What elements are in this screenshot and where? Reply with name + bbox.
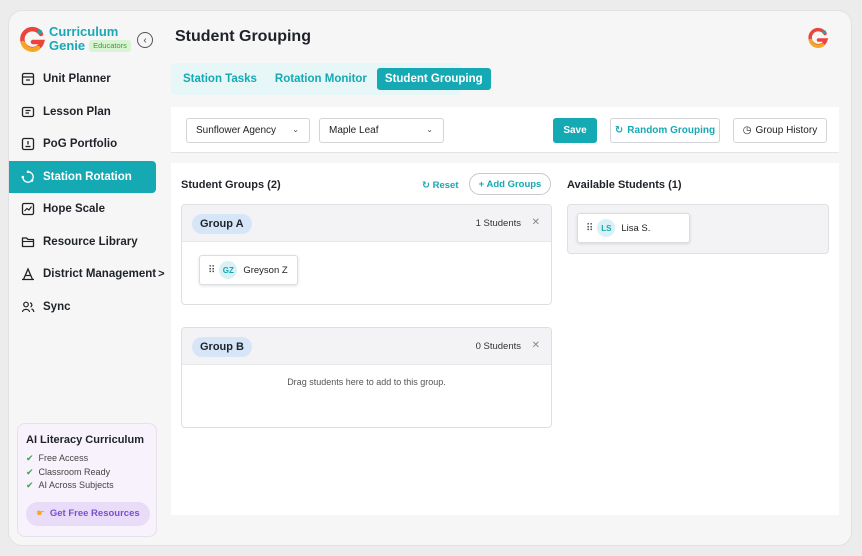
tab-rotation-monitor[interactable]: Rotation Monitor — [267, 68, 375, 90]
sidebar-item-label: Station Rotation — [43, 170, 132, 183]
sidebar: Curriculum Genie Educators ‹ Unit Planne… — [9, 11, 165, 545]
group-header: Group A 1 Students ✕ — [182, 205, 551, 242]
group-empty-hint: Drag students here to add to this group. — [287, 377, 446, 387]
educators-badge: Educators — [89, 40, 131, 52]
get-free-resources-button[interactable]: ☛ Get Free Resources — [26, 501, 150, 526]
student-name: Greyson Z — [243, 264, 288, 276]
brand[interactable]: Curriculum Genie Educators — [19, 25, 131, 53]
sidebar-nav: Unit Planner Lesson Plan PoG Portfolio S… — [9, 63, 165, 323]
class-select[interactable]: Maple Leaf ⌄ — [319, 118, 444, 143]
agency-select[interactable]: Sunflower Agency ⌄ — [186, 118, 310, 143]
users-icon — [21, 301, 35, 312]
add-groups-button[interactable]: + Add Groups — [469, 173, 551, 195]
book-icon — [21, 106, 35, 117]
toolbar: Sunflower Agency ⌄ Maple Leaf ⌄ Save ↻ R… — [171, 107, 839, 153]
drag-handle-icon[interactable]: ⠿ — [208, 265, 215, 276]
sidebar-item-resource-library[interactable]: Resource Library — [9, 226, 165, 259]
brand-name-line1: Curriculum — [49, 24, 119, 39]
promo-feature: ✔ Free Access — [26, 452, 148, 466]
student-initials-avatar: LS — [597, 219, 616, 237]
group-student-count: 0 Students — [475, 341, 521, 352]
chevron-left-icon: ‹ — [143, 34, 147, 46]
chart-icon — [21, 203, 35, 216]
reset-button[interactable]: ↻ Reset — [422, 180, 458, 191]
collapse-sidebar-button[interactable]: ‹ — [137, 32, 153, 48]
curriculum-genie-logo-icon — [20, 26, 45, 52]
refresh-icon: ↻ — [614, 125, 624, 136]
app-window: Curriculum Genie Educators ‹ Unit Planne… — [8, 10, 852, 546]
ai-literacy-promo-card: AI Literacy Curriculum ✔ Free Access ✔ Cla… — [17, 423, 157, 537]
available-students-panel[interactable]: ⠿ LS Lisa S. — [567, 204, 829, 254]
random-grouping-button[interactable]: ↻ Random Grouping — [610, 118, 720, 143]
promo-feature: ✔ AI Across Subjects — [26, 479, 148, 493]
calendar-icon — [21, 73, 35, 86]
group-card-b[interactable]: Group B 0 Students ✕ Drag students here … — [181, 327, 552, 428]
group-name: Group B — [192, 337, 252, 357]
history-icon: ◷ — [742, 125, 752, 136]
available-students-title: Available Students (1) — [567, 179, 682, 191]
sidebar-item-pog-portfolio[interactable]: PoG Portfolio — [9, 128, 165, 161]
portfolio-icon — [21, 138, 35, 151]
sidebar-item-district-management[interactable]: District Management > — [9, 258, 165, 291]
rotation-icon — [21, 170, 34, 183]
folder-icon — [21, 237, 35, 247]
sidebar-item-label: Sync — [43, 300, 71, 313]
tab-student-grouping[interactable]: Student Grouping — [376, 68, 491, 90]
pointing-hand-icon: ☛ — [36, 508, 45, 519]
building-icon — [22, 267, 34, 281]
student-name: Lisa S. — [621, 222, 651, 234]
sidebar-item-unit-planner[interactable]: Unit Planner — [9, 63, 165, 96]
check-icon: ✔ — [26, 480, 34, 490]
check-icon: ✔ — [26, 453, 34, 463]
student-initials-avatar: GZ — [219, 261, 238, 279]
close-icon[interactable]: ✕ — [532, 340, 540, 351]
group-header: Group B 0 Students ✕ — [182, 328, 551, 365]
sidebar-item-sync[interactable]: Sync — [9, 291, 165, 324]
promo-title: AI Literacy Curriculum — [26, 434, 144, 446]
sidebar-item-hope-scale[interactable]: Hope Scale — [9, 193, 165, 226]
sidebar-item-label: Unit Planner — [43, 73, 111, 86]
chevron-down-icon: ⌄ — [292, 125, 299, 134]
chevron-right-icon: > — [158, 268, 165, 281]
sidebar-item-label: Resource Library — [43, 235, 138, 248]
sidebar-item-label: Hope Scale — [43, 203, 105, 216]
tab-station-tasks[interactable]: Station Tasks — [175, 68, 265, 90]
sidebar-item-label: Lesson Plan — [43, 105, 111, 118]
google-g-icon[interactable] — [807, 27, 829, 49]
sidebar-item-station-rotation[interactable]: Station Rotation — [9, 160, 156, 193]
group-student-count: 1 Students — [475, 218, 521, 229]
group-name: Group A — [192, 214, 252, 234]
student-chip[interactable]: ⠿ GZ Greyson Z — [199, 255, 298, 285]
brand-text: Curriculum Genie Educators — [49, 25, 131, 53]
promo-feature: ✔ Classroom Ready — [26, 466, 148, 480]
sidebar-item-lesson-plan[interactable]: Lesson Plan — [9, 96, 165, 129]
check-icon: ✔ — [26, 466, 34, 477]
student-groups-title: Student Groups (2) — [181, 179, 281, 191]
close-icon[interactable]: ✕ — [532, 217, 540, 228]
chevron-down-icon: ⌄ — [426, 125, 433, 134]
grouping-content: Student Groups (2) ↻ Reset + Add Groups … — [171, 163, 839, 515]
student-chip[interactable]: ⠿ LS Lisa S. — [577, 213, 690, 243]
refresh-icon: ↻ — [422, 180, 430, 191]
drag-handle-icon[interactable]: ⠿ — [586, 223, 593, 234]
save-button[interactable]: Save — [553, 118, 597, 143]
group-card-a[interactable]: Group A 1 Students ✕ ⠿ GZ Greyson Z — [181, 204, 552, 305]
page-title: Student Grouping — [175, 28, 311, 45]
group-history-button[interactable]: ◷ Group History — [733, 118, 827, 143]
tab-bar: Station Tasks Rotation Monitor Student G… — [171, 63, 491, 95]
brand-name-line2: Genie — [49, 38, 86, 53]
sidebar-item-label: PoG Portfolio — [43, 138, 118, 151]
sidebar-item-label: District Management — [43, 268, 157, 281]
